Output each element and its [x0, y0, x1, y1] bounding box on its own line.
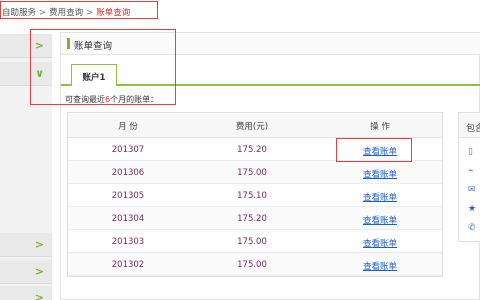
column-header-fee: 费用(元): [235, 122, 269, 132]
message-icon: ✉: [468, 185, 476, 195]
view-bill-link[interactable]: 查看账单: [316, 214, 444, 226]
star-icon: ★: [468, 204, 477, 214]
cell-month: 201306: [111, 168, 145, 178]
view-bill-link[interactable]: 查看账单: [316, 260, 444, 272]
sidebar-item[interactable]: >: [0, 260, 52, 284]
cell-fee: 175.20: [237, 145, 267, 155]
cell-month: 201305: [111, 191, 145, 201]
cell-fee: 175.10: [237, 191, 267, 201]
chevron-right-icon: >: [34, 291, 44, 300]
table-row: 201304 175.20 查看账单: [68, 207, 442, 230]
title-tab-highlight-box: [30, 29, 176, 105]
cell-fee: 175.20: [237, 214, 267, 224]
column-header-action: 操 作: [370, 122, 390, 132]
table-row: 201306 175.00 查看账单: [68, 161, 442, 184]
breadcrumb-highlight-box: [0, 1, 158, 19]
view-bill-link[interactable]: 查看账单: [316, 191, 444, 203]
cell-fee: 175.00: [237, 237, 267, 247]
cell-fee: 175.00: [237, 260, 267, 270]
view-bill-highlight-box: [336, 138, 412, 162]
call-icon: ✆: [468, 223, 476, 233]
sidebar-item[interactable]: >: [0, 286, 52, 300]
sidebar-item[interactable]: >: [0, 233, 52, 257]
bill-table: 月 份 费用(元) 操 作 201307 175.20 查看账单 201306 …: [67, 112, 443, 277]
view-bill-link[interactable]: 查看账单: [316, 237, 444, 249]
cell-fee: 175.00: [237, 168, 267, 178]
network-icon: ⌁: [468, 166, 474, 176]
cell-month: 201303: [111, 237, 145, 247]
table-row: 201302 175.00 查看账单: [68, 253, 442, 276]
cell-month: 201302: [111, 260, 145, 270]
chevron-right-icon: >: [34, 238, 44, 251]
table-row: 201303 175.00 查看账单: [68, 230, 442, 253]
phone-icon: ▯: [468, 147, 473, 157]
package-side-panel: 包含 ▯ ⌁ ✉ ★ ✆: [458, 112, 480, 242]
side-panel-title: 包含: [459, 113, 480, 138]
view-bill-link[interactable]: 查看账单: [316, 168, 444, 180]
chevron-right-icon: >: [34, 265, 44, 278]
table-header: 月 份 费用(元) 操 作: [68, 113, 442, 138]
column-header-month: 月 份: [118, 122, 138, 132]
cell-month: 201307: [111, 145, 145, 155]
cell-month: 201304: [111, 214, 145, 224]
table-row: 201305 175.10 查看账单: [68, 184, 442, 207]
